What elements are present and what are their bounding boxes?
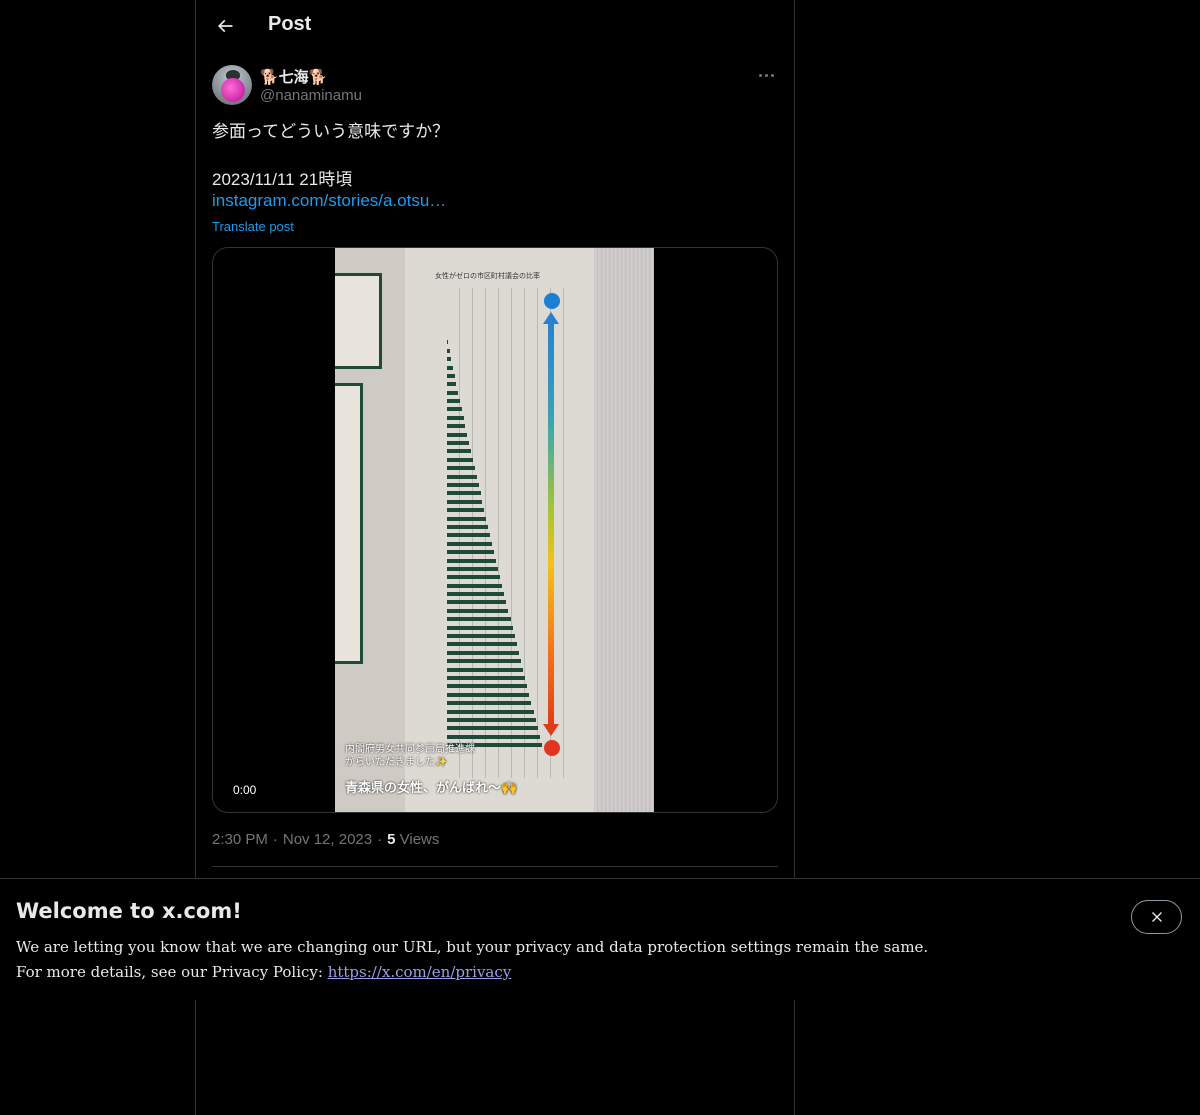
page-title: Post <box>268 13 312 35</box>
views-count: 5 <box>387 831 396 848</box>
more-button[interactable] <box>754 65 778 85</box>
video-frame: 女性がゼロの市区町村議会の比率 内閣府男女共同参画局推進課 からいただきました✨… <box>335 248 654 812</box>
views-label: Views <box>399 831 440 848</box>
video-caption: 青森県の女性、がんばれ〜🙌 <box>345 780 518 795</box>
avatar[interactable] <box>212 65 252 105</box>
banner-line: For more details, see our Privacy Policy… <box>16 963 328 981</box>
banner-title: Welcome to x.com! <box>16 899 242 923</box>
post-text: 参面ってどういう意味ですか？ 2023/11/11 21時頃 <box>212 120 449 192</box>
post-meta: 2:30 PM · Nov 12, 2023 · 5 Views <box>212 831 440 848</box>
author-handle[interactable]: @nanaminamu <box>260 87 362 104</box>
post-date[interactable]: Nov 12, 2023 <box>283 831 372 848</box>
happy-face-icon <box>544 293 560 309</box>
post-author: 🐕七海🐕 @nanaminamu <box>212 65 778 107</box>
sad-face-icon <box>544 740 560 756</box>
video-player[interactable]: 女性がゼロの市区町村議会の比率 内閣府男女共同参画局推進課 からいただきました✨… <box>212 247 778 813</box>
wall-texture <box>594 248 654 812</box>
close-icon <box>1151 912 1162 922</box>
post-text-line: 参面ってどういう意味ですか？ <box>212 122 450 141</box>
welcome-banner: Welcome to x.com! We are letting you kno… <box>0 878 1200 1000</box>
author-display-name[interactable]: 🐕七海🐕 <box>260 66 327 87</box>
post-text-line: 2023/11/11 21時頃 <box>212 170 353 189</box>
more-icon <box>758 73 762 77</box>
close-banner-button[interactable] <box>1131 900 1182 934</box>
video-caption-small: 内閣府男女共同参画局推進課 からいただきました✨ <box>345 744 475 768</box>
post-link[interactable]: instagram.com/stories/a.otsu… <box>212 191 446 211</box>
banner-text: We are letting you know that we are chan… <box>16 935 928 985</box>
chart-title: 女性がゼロの市区町村議会の比率 <box>435 273 540 280</box>
video-timecode: 0:00 <box>233 783 257 797</box>
post-time[interactable]: 2:30 PM <box>212 831 268 848</box>
privacy-policy-link[interactable]: https://x.com/en/privacy <box>328 963 512 981</box>
gradient-arrow <box>548 318 554 728</box>
divider <box>212 866 778 867</box>
back-button[interactable] <box>208 9 242 43</box>
banner-line: We are letting you know that we are chan… <box>16 938 929 956</box>
post-header: Post <box>196 0 794 53</box>
back-arrow-icon <box>217 19 233 33</box>
translate-post-link[interactable]: Translate post <box>212 219 294 234</box>
